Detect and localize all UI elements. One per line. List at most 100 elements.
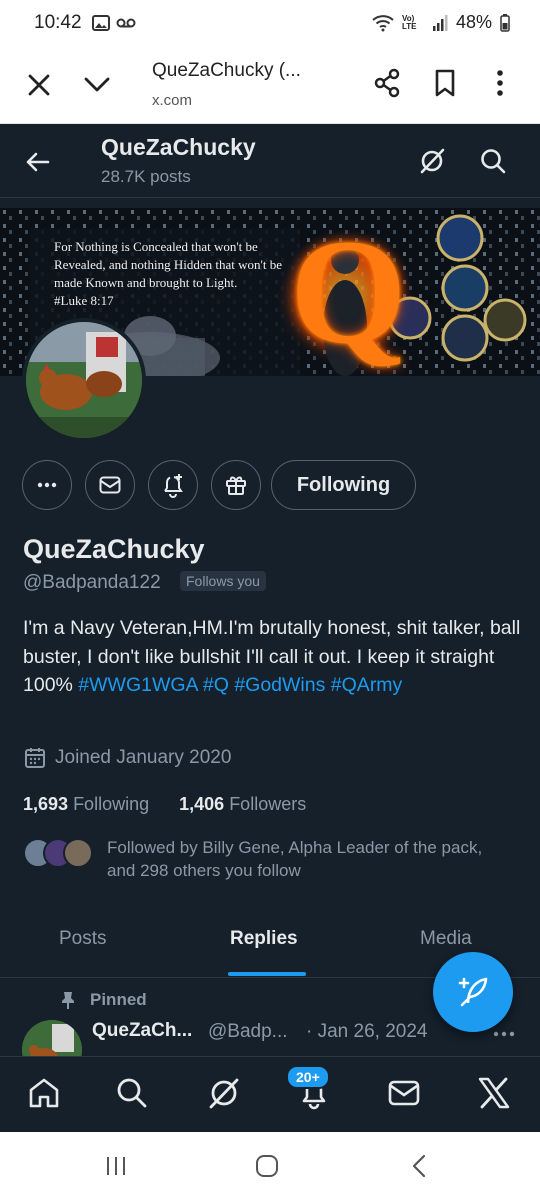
header-post-count: 28.7K posts [101,167,191,186]
following-count-label: Following [73,794,150,814]
more-options-button[interactable] [22,460,72,510]
banner-verse: #Luke 8:17 [54,293,114,308]
tab-media[interactable]: Media [420,928,472,950]
profile-display-name: QueZaChucky [23,534,205,564]
profile-page: QueZaChucky 28.7K posts For Nothing is C… [0,124,540,1132]
following-count-link[interactable]: 1,693 Following [23,794,149,814]
grok-icon [420,148,445,174]
x-logo-icon [478,1077,510,1109]
nav-home[interactable] [26,1075,62,1116]
message-button[interactable] [85,460,135,510]
joined-text: Joined January 2020 [55,747,232,768]
following-button[interactable]: Following [271,460,416,510]
gift-icon [226,476,246,495]
header-search-button[interactable] [479,147,507,180]
hashtag-link[interactable]: #GodWins [234,674,325,696]
home-icon [29,1078,59,1108]
page-url: x.com [152,92,193,109]
more-vertical-icon [497,70,503,96]
status-time: 10:42 [34,12,82,33]
compose-feather-icon [458,977,488,1007]
grok-button[interactable] [418,147,446,180]
battery-percent: 48% [455,12,492,32]
signal-icon [432,14,448,31]
hashtag-link[interactable]: #WWG1WGA [78,674,197,696]
nav-x-premium[interactable] [476,1075,512,1116]
nav-grok[interactable] [206,1075,242,1116]
close-icon [28,74,50,96]
post-date[interactable]: · Jan 26, 2024 [306,1021,427,1043]
followed-by-avatars [23,838,103,870]
avatar-image [26,322,142,438]
browser-toolbar: QueZaChucky (... x.com [0,48,540,124]
wifi-icon [372,14,394,31]
profile-avatar[interactable] [22,318,146,442]
tab-replies[interactable]: Replies [230,928,298,950]
battery-icon [500,13,510,32]
arrow-left-icon [26,152,50,172]
nav-search[interactable] [114,1075,150,1116]
search-icon [117,1078,147,1108]
system-navigation-bar [0,1132,540,1200]
pinned-text: Pinned [90,990,147,1009]
chevron-left-icon [412,1154,426,1178]
status-system-icons: Vo) LTE 48% [372,12,510,33]
follows-you-badge: Follows you [180,571,266,591]
status-bar: 10:42 Vo) LTE 48% [0,0,540,48]
share-icon [374,68,400,98]
recents-icon [107,1157,125,1175]
lte-indicator: Vo) LTE [401,13,417,31]
nav-messages[interactable] [386,1075,422,1116]
notify-button[interactable] [148,460,198,510]
banner-quote: For Nothing is Concealed that won't be R… [54,238,304,310]
profile-header: QueZaChucky 28.7K posts [0,124,540,198]
followers-count: 1,406 [179,794,225,814]
followers-count-link[interactable]: 1,406 Followers [179,794,306,814]
following-count: 1,693 [23,794,69,814]
home-system-button[interactable] [254,1154,280,1183]
banner-q-letter: Q [290,209,407,375]
chevron-down-icon [84,77,110,92]
share-button[interactable] [372,68,402,103]
hashtag-link[interactable]: #QArmy [331,674,403,696]
messages-icon [388,1080,420,1106]
back-system-button[interactable] [408,1154,432,1183]
follow-counts: 1,693 Following 1,406 Followers [23,794,306,815]
bookmark-icon [435,69,455,97]
followed-by-text: Followed by Billy Gene, Alpha Leader of … [107,838,483,880]
recent-apps-button[interactable] [104,1154,128,1183]
avatar [63,838,93,868]
status-notification-icons [92,14,136,32]
header-name: QueZaChucky [101,134,256,160]
active-tab-indicator [228,972,306,976]
more-horizontal-icon [493,1031,515,1037]
gift-button[interactable] [211,460,261,510]
bottom-navigation: 20+ [0,1056,540,1132]
tab-posts[interactable]: Posts [59,928,107,950]
profile-handle: @Badpanda122 [23,572,161,593]
close-tab-button[interactable] [24,70,54,105]
search-icon [481,149,506,174]
followers-count-label: Followers [229,794,307,814]
calendar-icon [25,748,45,768]
pin-icon [62,992,74,1009]
more-horizontal-icon [37,482,57,488]
post-more-button[interactable] [492,1026,516,1044]
browser-menu-button[interactable] [488,68,512,103]
back-button[interactable] [24,148,52,181]
hashtag-link[interactable]: #Q [203,674,229,696]
joined-date: Joined January 2020 [23,746,231,770]
minimize-tab-button[interactable] [82,70,112,105]
post-author-handle: @Badp... [208,1021,288,1042]
page-title: QueZaChucky (... [152,60,301,81]
notification-count-badge: 20+ [286,1065,330,1089]
envelope-icon [99,476,121,494]
banner-quote-text: For Nothing is Concealed that won't be R… [54,239,282,290]
bell-plus-icon [164,474,183,498]
post-author-name[interactable]: QueZaCh... [92,1020,192,1042]
compose-post-button[interactable] [433,952,513,1032]
gallery-icon [92,15,110,31]
bookmark-button[interactable] [432,68,458,103]
grok-icon [209,1078,239,1109]
voicemail-icon [116,18,136,28]
